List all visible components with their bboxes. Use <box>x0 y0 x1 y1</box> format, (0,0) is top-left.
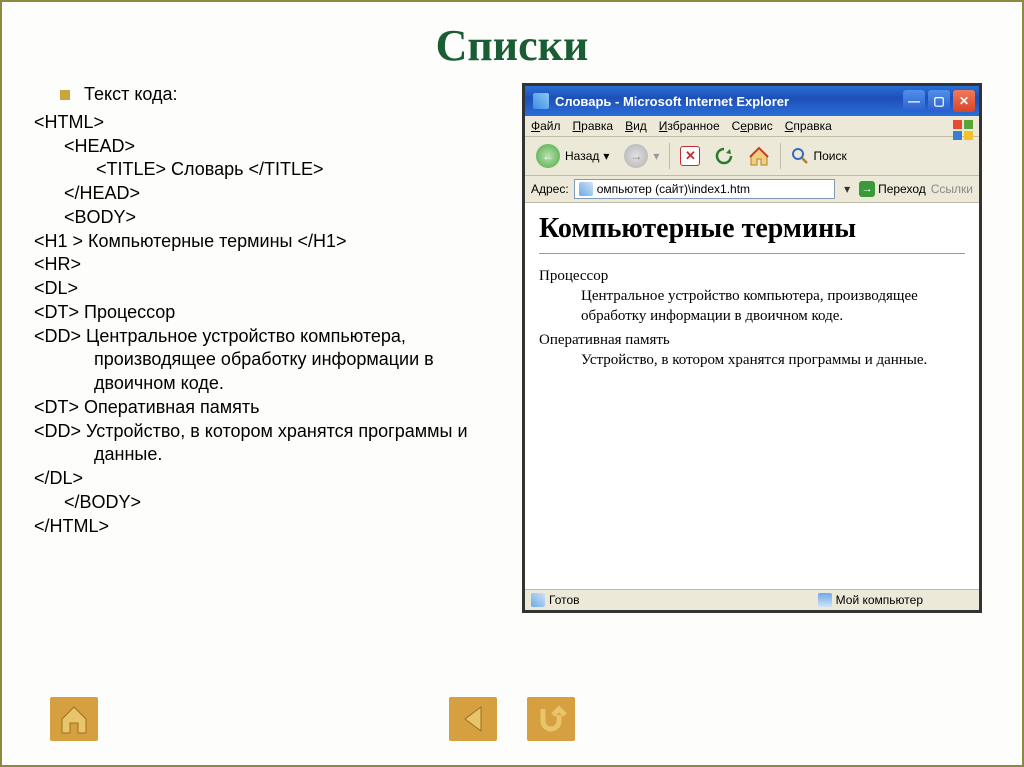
maximize-button[interactable]: ▢ <box>928 90 950 112</box>
code-line: <DD> Устройство, в котором хранятся прог… <box>20 420 510 468</box>
code-line: <HEAD> <box>20 135 510 159</box>
dropdown-icon: ▾ <box>603 149 609 163</box>
window-title: Словарь - Microsoft Internet Explorer <box>555 94 903 109</box>
links-label[interactable]: Ссылки <box>931 182 973 196</box>
code-panel: Текст кода: <HTML> <HEAD> <TITLE> Словар… <box>20 83 510 613</box>
nav-home-button[interactable] <box>50 697 98 741</box>
search-button[interactable]: Поиск <box>787 145 850 167</box>
menu-file[interactable]: Файл <box>531 119 561 133</box>
page-icon <box>531 593 545 607</box>
status-zone: Мой компьютер <box>836 593 923 607</box>
code-line: <TITLE> Словарь </TITLE> <box>20 158 510 182</box>
menu-tools[interactable]: Сервис <box>732 119 773 133</box>
slide-title: Списки <box>20 20 1004 71</box>
rendered-dt: Процессор <box>539 268 965 285</box>
forward-button: → ▾ <box>619 141 663 171</box>
code-line: </HTML> <box>20 515 510 539</box>
address-dropdown[interactable]: ▾ <box>840 182 854 196</box>
code-line: <HTML> <box>20 111 510 135</box>
browser-window: Словарь - Microsoft Internet Explorer — … <box>522 83 982 613</box>
menubar: Файл Правка Вид Избранное Сервис Справка <box>525 116 979 137</box>
back-button[interactable]: ← Назад ▾ <box>531 141 613 171</box>
address-label: Адрес: <box>531 182 569 196</box>
stop-button[interactable]: ✕ <box>676 144 704 168</box>
page-content: Компьютерные термины Процессор Центральн… <box>525 203 979 589</box>
status-bar: Готов Мой компьютер <box>525 589 979 610</box>
menu-edit[interactable]: Правка <box>573 119 614 133</box>
address-bar: Адрес: омпьютер (сайт)\index1.htm ▾ → Пе… <box>525 176 979 203</box>
search-label: Поиск <box>813 149 846 163</box>
minimize-button[interactable]: — <box>903 90 925 112</box>
rendered-dt: Оперативная память <box>539 332 965 349</box>
separator <box>669 143 670 169</box>
go-button[interactable]: → Переход <box>859 181 926 197</box>
code-line: <DT> Оперативная память <box>20 396 510 420</box>
back-label: Назад <box>565 149 599 163</box>
code-line: <BODY> <box>20 206 510 230</box>
bullet-label: Текст кода: <box>84 83 178 107</box>
page-icon <box>579 182 593 196</box>
code-line: </DL> <box>20 467 510 491</box>
separator <box>780 143 781 169</box>
menu-fav[interactable]: Избранное <box>659 119 720 133</box>
nav-return-button[interactable] <box>527 697 575 741</box>
menu-view[interactable]: Вид <box>625 119 647 133</box>
rendered-hr <box>539 253 965 254</box>
code-line: <DL> <box>20 277 510 301</box>
go-label: Переход <box>878 182 926 196</box>
address-input[interactable]: омпьютер (сайт)\index1.htm <box>574 179 835 199</box>
rendered-dd: Устройство, в котором хранятся программы… <box>581 351 965 371</box>
code-line: </BODY> <box>20 491 510 515</box>
bullet-icon <box>60 90 70 100</box>
code-line: <H1 > Компьютерные термины </H1> <box>20 230 510 254</box>
close-button[interactable]: ✕ <box>953 90 975 112</box>
app-icon <box>533 93 549 109</box>
code-line: <DT> Процессор <box>20 301 510 325</box>
titlebar[interactable]: Словарь - Microsoft Internet Explorer — … <box>525 86 979 116</box>
rendered-h1: Компьютерные термины <box>539 213 965 245</box>
ie-logo-icon <box>951 118 975 142</box>
dropdown-icon: ▾ <box>653 149 659 163</box>
home-button[interactable] <box>744 143 774 169</box>
code-line: <HR> <box>20 253 510 277</box>
refresh-button[interactable] <box>710 144 738 168</box>
code-line: </HEAD> <box>20 182 510 206</box>
status-ready: Готов <box>549 593 580 607</box>
computer-icon <box>818 593 832 607</box>
toolbar: ← Назад ▾ → ▾ ✕ <box>525 137 979 176</box>
rendered-dd: Центральное устройство компьютера, произ… <box>581 287 965 326</box>
nav-prev-button[interactable] <box>449 697 497 741</box>
menu-help[interactable]: Справка <box>785 119 832 133</box>
address-path: омпьютер (сайт)\index1.htm <box>597 182 750 196</box>
code-line: <DD> Центральное устройство компьютера, … <box>20 325 510 396</box>
